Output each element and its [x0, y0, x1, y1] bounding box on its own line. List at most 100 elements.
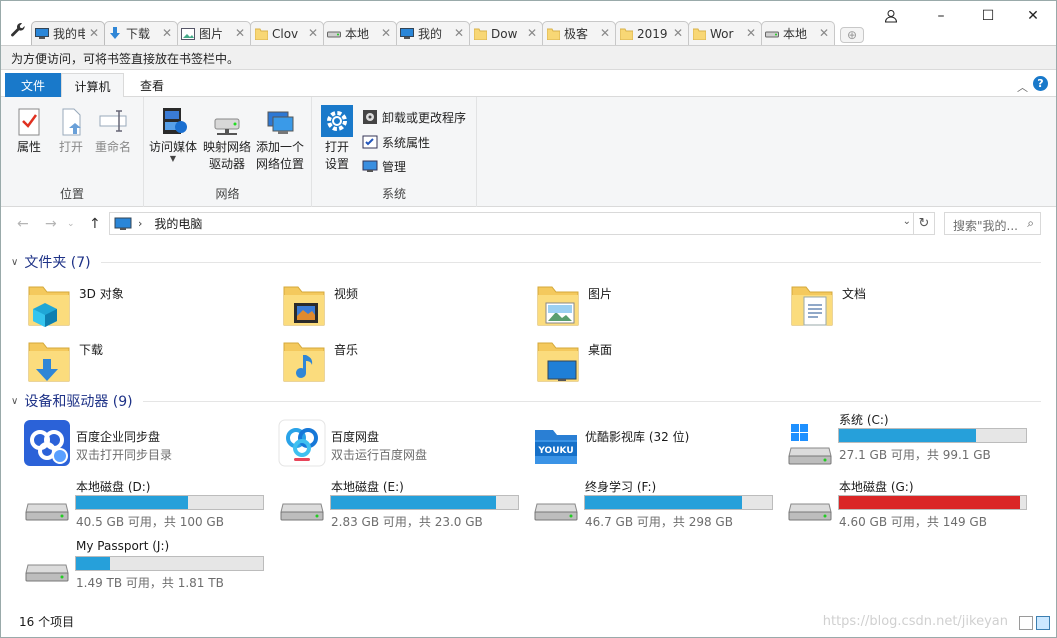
folder-icon	[254, 27, 268, 40]
browser-tab[interactable]: 本地 ✕	[323, 21, 397, 45]
access-media-button[interactable]: 访问媒体 ▼	[149, 105, 197, 163]
browser-tab[interactable]: Wor ✕	[688, 21, 762, 45]
content-pane: ∨ 文件夹 (7) 3D 对象 视频 图片 文档下载 音乐 桌面 ∨ 设备和驱动器 (9)…	[1, 241, 1056, 637]
browser-tab[interactable]: 图片 ✕	[177, 21, 251, 45]
drive-icon	[22, 478, 72, 528]
folders-section-title: 文件夹 (7)	[24, 255, 91, 271]
device-name: 系统 (C:)	[839, 413, 889, 427]
tab-computer[interactable]: 计算机	[61, 73, 124, 98]
tab-strip: 我的电脑✕下载✕图片✕Clov✕本地✕我的✕Dow✕极客✕2019✕Wor✕本地…	[1, 1, 1056, 45]
folder-item[interactable]: 音乐	[280, 337, 530, 387]
device-item[interactable]: YOUKU 优酷影视库 (32 位)	[531, 418, 783, 478]
device-name: 百度网盘	[331, 430, 380, 444]
uninstall-program-button[interactable]: 卸载或更改程序	[362, 107, 466, 127]
tab-close-icon[interactable]: ✕	[235, 26, 245, 40]
browser-tab[interactable]: 我的电脑 ✕	[31, 21, 105, 45]
folder-item[interactable]: 视频	[280, 281, 530, 331]
drive-item[interactable]: 本地磁盘 (G:) 4.60 GB 可用，共 149 GB	[785, 478, 1037, 538]
folders-section-header[interactable]: ∨ 文件夹 (7)	[11, 252, 1041, 272]
close-button[interactable]: ✕	[1019, 5, 1047, 27]
folder-item[interactable]: 3D 对象	[25, 281, 275, 331]
rename-button[interactable]: 重命名	[95, 105, 131, 156]
open-button[interactable]: 打开	[55, 105, 87, 156]
address-bar[interactable]: › 我的电脑 ⌄	[109, 212, 914, 235]
folder-item[interactable]: 文档	[788, 281, 1038, 331]
drive-usage-bar	[75, 495, 264, 510]
back-arrow-icon[interactable]: ←	[17, 216, 29, 232]
manage-label: 管理	[382, 159, 407, 174]
folder-item[interactable]: 桌面	[534, 337, 784, 387]
browser-tab[interactable]: 下载 ✕	[104, 21, 178, 45]
forward-arrow-icon[interactable]: →	[45, 216, 57, 232]
explorer-window: 我的电脑✕下载✕图片✕Clov✕本地✕我的✕Dow✕极客✕2019✕Wor✕本地…	[0, 0, 1057, 638]
group-location: 属性 打开 重命名 位置	[1, 97, 144, 207]
browser-tab[interactable]: 本地 ✕	[761, 21, 835, 45]
wrench-icon[interactable]	[9, 21, 27, 39]
folder-item[interactable]: 下载	[25, 337, 275, 387]
drive-item[interactable]: 本地磁盘 (D:) 40.5 GB 可用，共 100 GB	[22, 478, 274, 538]
ribbon-collapse-icon[interactable]: ︿	[1017, 79, 1028, 95]
group-network-title: 网络	[215, 187, 240, 201]
folder-icon	[473, 27, 487, 40]
breadcrumb-location[interactable]: 我的电脑	[154, 215, 202, 232]
tab-close-icon[interactable]: ✕	[454, 26, 464, 40]
properties-button[interactable]: 属性	[13, 105, 45, 156]
devices-section-header[interactable]: ∨ 设备和驱动器 (9)	[11, 391, 1041, 411]
up-arrow-icon[interactable]: ↑	[89, 216, 101, 232]
browser-tab[interactable]: 我的 ✕	[396, 21, 470, 45]
tab-close-icon[interactable]: ✕	[600, 26, 610, 40]
drive-usage-bar	[584, 495, 773, 510]
drive-usage-bar	[838, 428, 1027, 443]
folder-item[interactable]: 图片	[534, 281, 784, 331]
map-network-drive-button[interactable]: 映射网络 驱动器	[203, 113, 251, 173]
browser-tab[interactable]: 极客 ✕	[542, 21, 616, 45]
open-icon	[62, 108, 81, 136]
download-arrow-icon	[108, 27, 122, 40]
tab-close-icon[interactable]: ✕	[527, 26, 537, 40]
tab-close-icon[interactable]: ✕	[381, 26, 391, 40]
tab-file[interactable]: 文件	[5, 73, 61, 97]
help-icon[interactable]: ?	[1033, 76, 1048, 91]
maximize-button[interactable]: ☐	[974, 5, 1002, 27]
drive-item[interactable]: My Passport (J:) 1.49 TB 可用，共 1.81 TB	[22, 539, 274, 599]
folder-name: 音乐	[334, 343, 359, 357]
recent-dropdown-icon[interactable]: ⌄	[67, 219, 75, 229]
map-network-drive-label-1: 映射网络	[203, 140, 252, 154]
status-item-count: 16 个项目	[19, 615, 75, 629]
add-network-location-button[interactable]: 添加一个 网络位置	[256, 109, 304, 173]
refresh-icon[interactable]: ↻	[914, 212, 935, 235]
device-item[interactable]: 百度企业同步盘 双击打开同步目录	[22, 418, 274, 478]
tab-close-icon[interactable]: ✕	[308, 26, 318, 40]
section-divider	[100, 261, 1041, 263]
drive-item[interactable]: 本地磁盘 (E:) 2.83 GB 可用，共 23.0 GB	[277, 478, 529, 538]
system-properties-button[interactable]: 系统属性	[362, 132, 430, 152]
section-divider	[142, 400, 1041, 402]
open-settings-label-2: 设置	[324, 157, 349, 171]
browser-tab[interactable]: Clov ✕	[250, 21, 324, 45]
large-icons-view-icon[interactable]	[1036, 616, 1050, 630]
tab-view[interactable]: 查看	[129, 73, 175, 97]
folder-name: 3D 对象	[79, 287, 124, 301]
open-settings-button[interactable]: 打开 设置	[321, 105, 353, 173]
tab-close-icon[interactable]: ✕	[819, 26, 829, 40]
youku-icon: YOUKU	[531, 418, 581, 468]
address-dropdown-icon[interactable]: ⌄	[903, 216, 911, 227]
folder-name: 图片	[588, 287, 613, 301]
tab-close-icon[interactable]: ✕	[89, 26, 99, 40]
details-view-icon[interactable]	[1019, 616, 1033, 630]
drive-item[interactable]: 系统 (C:) 27.1 GB 可用，共 99.1 GB	[785, 413, 1037, 478]
browser-tab[interactable]: 2019 ✕	[615, 21, 689, 45]
minimize-button[interactable]: –	[927, 5, 955, 27]
tab-close-icon[interactable]: ✕	[162, 26, 172, 40]
device-name: My Passport (J:)	[76, 539, 170, 553]
manage-button[interactable]: 管理	[362, 156, 406, 176]
drive-item[interactable]: 终身学习 (F:) 46.7 GB 可用，共 298 GB	[531, 478, 783, 538]
tab-close-icon[interactable]: ✕	[673, 26, 683, 40]
uninstall-label: 卸载或更改程序	[382, 110, 467, 125]
user-icon[interactable]	[877, 5, 905, 27]
tab-close-icon[interactable]: ✕	[746, 26, 756, 40]
browser-tab[interactable]: Dow ✕	[469, 21, 543, 45]
device-item[interactable]: 百度网盘 双击运行百度网盘	[277, 418, 529, 478]
search-input[interactable]: 搜索"我的... ⌕	[944, 212, 1041, 235]
new-tab-icon[interactable]: ⊕	[840, 27, 864, 43]
